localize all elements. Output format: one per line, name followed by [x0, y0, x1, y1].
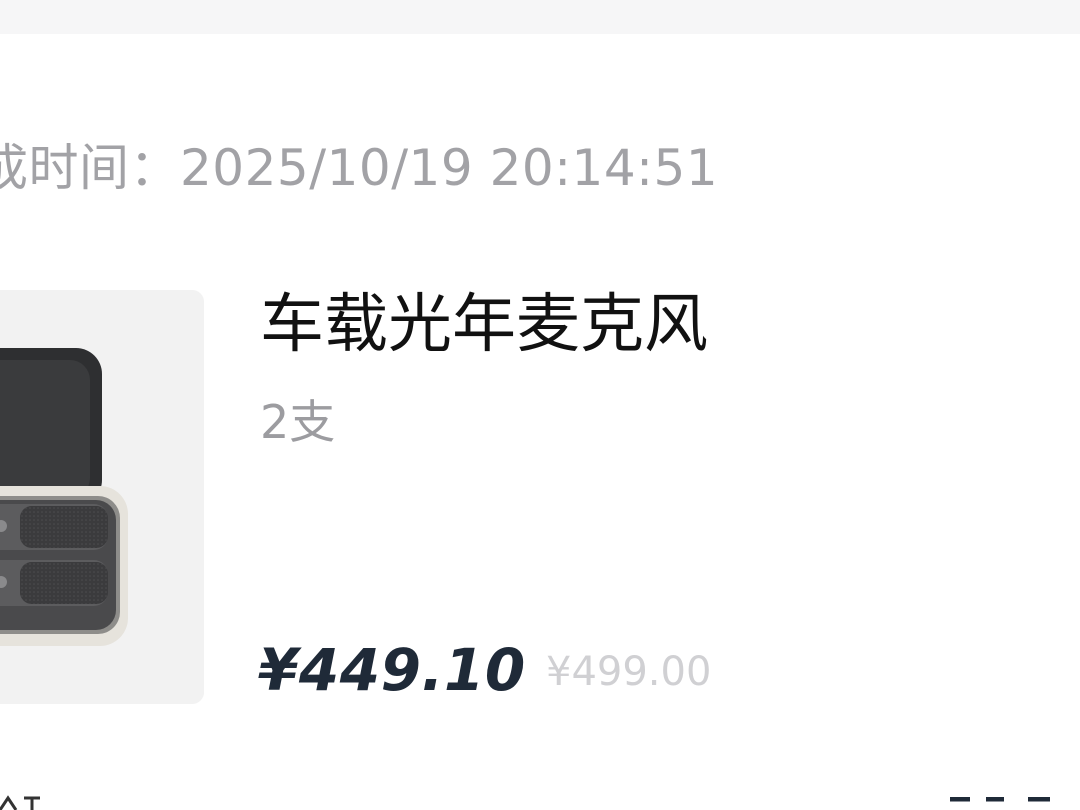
order-time-text: 成时间：2025/10/19 20:14:51	[0, 139, 719, 197]
cut-off-label-fragment	[0, 784, 46, 810]
product-thumbnail[interactable]	[0, 290, 204, 704]
cut-off-amount-fragment	[946, 796, 1080, 810]
product-spec: 2支	[260, 395, 336, 449]
top-divider-band	[0, 0, 1080, 34]
product-price: ¥449.10	[258, 636, 526, 704]
product-title[interactable]: 车载光年麦克风	[260, 285, 708, 365]
order-detail-page: 成时间：2025/10/19 20:14:51 车载光年麦克风 2支 ¥449.…	[0, 0, 1080, 810]
product-original-price: ¥499.00	[546, 649, 712, 695]
microphone-case-image	[0, 290, 204, 704]
